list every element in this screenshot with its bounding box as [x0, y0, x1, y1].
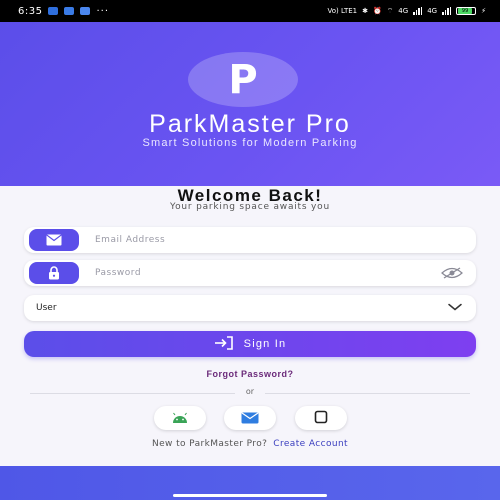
password-field[interactable] [24, 260, 476, 286]
home-indicator[interactable] [173, 494, 327, 497]
network-label: Vo) LTE1 [327, 7, 358, 15]
new-user-text: New to ParkMaster Pro? [151, 439, 268, 449]
social-mail-button[interactable] [224, 406, 276, 430]
welcome-tagline: Your parking space awaits you [170, 202, 330, 212]
network-type-label: 4G [398, 7, 409, 15]
status-bar: 6:35 ··· Vo) LTE1 ✱ ⏰ ⌔ 4G 4G 99 ⚡ [0, 0, 500, 22]
create-account-link[interactable]: Create Account [273, 439, 348, 449]
role-select-value: User [36, 303, 57, 313]
more-notifications-icon: ··· [96, 5, 110, 17]
role-select[interactable]: User [24, 295, 476, 321]
battery-icon: 99 [456, 7, 477, 15]
notification-icon-1 [48, 7, 59, 15]
email-field[interactable] [24, 227, 476, 253]
status-left: 6:35 ··· [18, 6, 109, 17]
mail-icon [241, 409, 259, 428]
hero-header: P ParkMaster Pro Smart Solutions for Mod… [0, 22, 500, 186]
status-time: 6:35 [18, 5, 43, 17]
logo-letter: P [228, 56, 258, 103]
square-icon [314, 409, 328, 428]
notification-icon-2 [64, 7, 75, 15]
lock-icon [29, 262, 79, 284]
chevron-down-icon [448, 303, 462, 314]
signal-icon [413, 7, 423, 15]
email-input[interactable] [95, 230, 476, 250]
forgot-password-link[interactable]: Forgot Password? [0, 369, 500, 379]
app-subtitle: Smart Solutions for Modern Parking [142, 137, 358, 149]
mail-icon [29, 229, 79, 251]
battery-level: 99 [458, 8, 473, 14]
social-android-button[interactable] [154, 406, 206, 430]
app-title: ParkMaster Pro [149, 110, 351, 138]
network-type-label-2: 4G [427, 7, 438, 15]
charging-icon: ⚡ [481, 7, 486, 15]
wifi-icon: ⌔ [386, 6, 394, 15]
login-card: Welcome Back! Your parking space awaits … [0, 186, 500, 466]
android-icon [171, 409, 189, 428]
login-icon [214, 335, 234, 353]
social-square-button[interactable] [295, 406, 347, 430]
signal-icon-2 [442, 7, 452, 15]
eye-off-icon[interactable] [440, 265, 464, 281]
status-right: Vo) LTE1 ✱ ⏰ ⌔ 4G 4G 99 ⚡ [328, 7, 486, 16]
sign-in-label: Sign In [243, 338, 287, 350]
sign-in-button[interactable]: Sign In [24, 331, 476, 357]
notification-icon-3 [80, 7, 91, 15]
bluetooth-icon: ✱ [362, 7, 368, 15]
password-input[interactable] [95, 263, 440, 283]
app-logo: P [188, 52, 298, 107]
new-user-row: New to ParkMaster Pro? Create Account [0, 439, 500, 449]
alarm-icon: ⏰ [372, 7, 382, 15]
or-label: or [235, 387, 265, 396]
